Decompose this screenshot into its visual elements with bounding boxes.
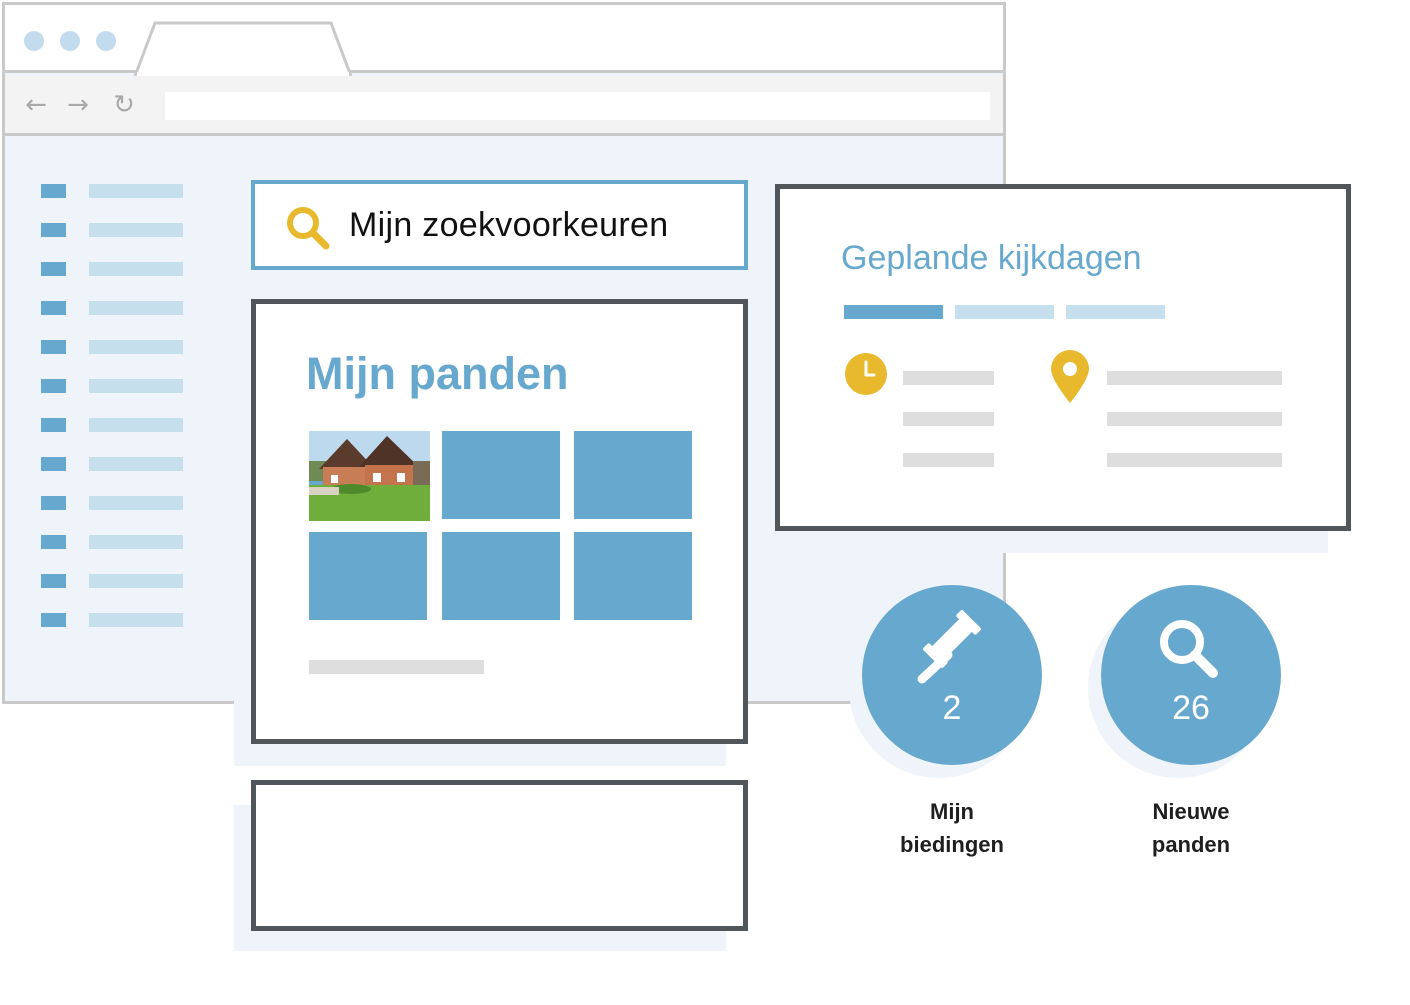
- sidebar-item-marker[interactable]: [41, 379, 66, 393]
- new-properties-label-line2: panden: [1151, 832, 1231, 857]
- my-bids-label-line2: biedingen: [900, 832, 1004, 857]
- tab-indicator[interactable]: [1066, 305, 1165, 319]
- sidebar-item-marker[interactable]: [41, 184, 66, 198]
- text-placeholder-line: [1107, 412, 1282, 426]
- sidebar-item-marker[interactable]: [41, 457, 66, 471]
- sidebar-item-marker[interactable]: [41, 535, 66, 549]
- new-properties-badge[interactable]: 26: [1101, 585, 1281, 765]
- sidebar-item-line[interactable]: [89, 262, 183, 276]
- sidebar-item-marker[interactable]: [41, 496, 66, 510]
- my-bids-count: 2: [942, 689, 962, 727]
- property-tile[interactable]: [309, 532, 427, 620]
- text-placeholder-line: [1107, 453, 1282, 467]
- scheduled-viewings-title: Geplande kijkdagen: [841, 239, 1142, 277]
- new-properties-label: Nieuwe panden: [1101, 795, 1281, 861]
- tab-indicator[interactable]: [955, 305, 1054, 319]
- text-placeholder-line: [903, 453, 994, 467]
- my-properties-title: Mijn panden: [306, 348, 569, 399]
- sidebar-item-line[interactable]: [89, 301, 183, 315]
- location-pin-icon: [1051, 350, 1089, 403]
- property-tile[interactable]: [574, 532, 692, 620]
- text-placeholder-line: [903, 371, 994, 385]
- my-bids-label-line1: Mijn: [930, 799, 974, 824]
- sidebar-item-marker[interactable]: [41, 262, 66, 276]
- my-bids-badge[interactable]: 2: [862, 585, 1042, 765]
- text-placeholder-line: [903, 412, 994, 426]
- sidebar-item-line[interactable]: [89, 379, 183, 393]
- nav-bar: ← → ↻: [5, 76, 1003, 136]
- property-tile[interactable]: [574, 431, 692, 519]
- sidebar-item-line[interactable]: [89, 574, 183, 588]
- reload-icon[interactable]: ↻: [109, 90, 139, 120]
- tab-bar: [5, 5, 1003, 76]
- tab-indicator-active[interactable]: [844, 305, 943, 319]
- sidebar-item-marker[interactable]: [41, 613, 66, 627]
- search-preferences-card[interactable]: Mijn zoekvoorkeuren: [251, 180, 748, 270]
- text-placeholder-line: [1107, 371, 1282, 385]
- sidebar-item-line[interactable]: [89, 184, 183, 198]
- sidebar-item-line[interactable]: [89, 457, 183, 471]
- forward-arrow-icon[interactable]: →: [63, 90, 93, 120]
- sidebar-item-marker[interactable]: [41, 340, 66, 354]
- sidebar-item-marker[interactable]: [41, 301, 66, 315]
- sidebar-item-marker[interactable]: [41, 574, 66, 588]
- search-icon: [287, 207, 330, 250]
- window-control-dot[interactable]: [96, 31, 116, 51]
- property-photo[interactable]: [309, 431, 430, 521]
- new-properties-count: 26: [1172, 689, 1210, 727]
- sidebar-item-line[interactable]: [89, 613, 183, 627]
- sidebar-item-marker[interactable]: [41, 223, 66, 237]
- address-bar[interactable]: [165, 92, 990, 120]
- property-tile[interactable]: [442, 532, 560, 620]
- scheduled-viewings-card: Geplande kijkdagen: [775, 184, 1351, 531]
- sidebar-item-line[interactable]: [89, 340, 183, 354]
- window-control-dot[interactable]: [24, 31, 44, 51]
- sidebar-item-marker[interactable]: [41, 418, 66, 432]
- text-placeholder-line: [309, 660, 484, 674]
- browser-tab[interactable]: [133, 20, 359, 76]
- back-arrow-icon[interactable]: ←: [21, 90, 51, 120]
- search-icon: [1160, 620, 1218, 678]
- search-preferences-label: Mijn zoekvoorkeuren: [349, 206, 669, 244]
- sidebar-item-line[interactable]: [89, 418, 183, 432]
- clock-icon: [845, 353, 887, 395]
- empty-card: [251, 780, 748, 931]
- my-bids-label: Mijn biedingen: [862, 795, 1042, 861]
- window-control-dot[interactable]: [60, 31, 80, 51]
- sidebar-item-line[interactable]: [89, 223, 183, 237]
- property-tile[interactable]: [442, 431, 560, 519]
- new-properties-label-line1: Nieuwe: [1152, 799, 1230, 824]
- sidebar-item-line[interactable]: [89, 535, 183, 549]
- gavel-icon: [917, 610, 981, 684]
- my-properties-card: Mijn panden: [251, 299, 748, 744]
- sidebar-item-line[interactable]: [89, 496, 183, 510]
